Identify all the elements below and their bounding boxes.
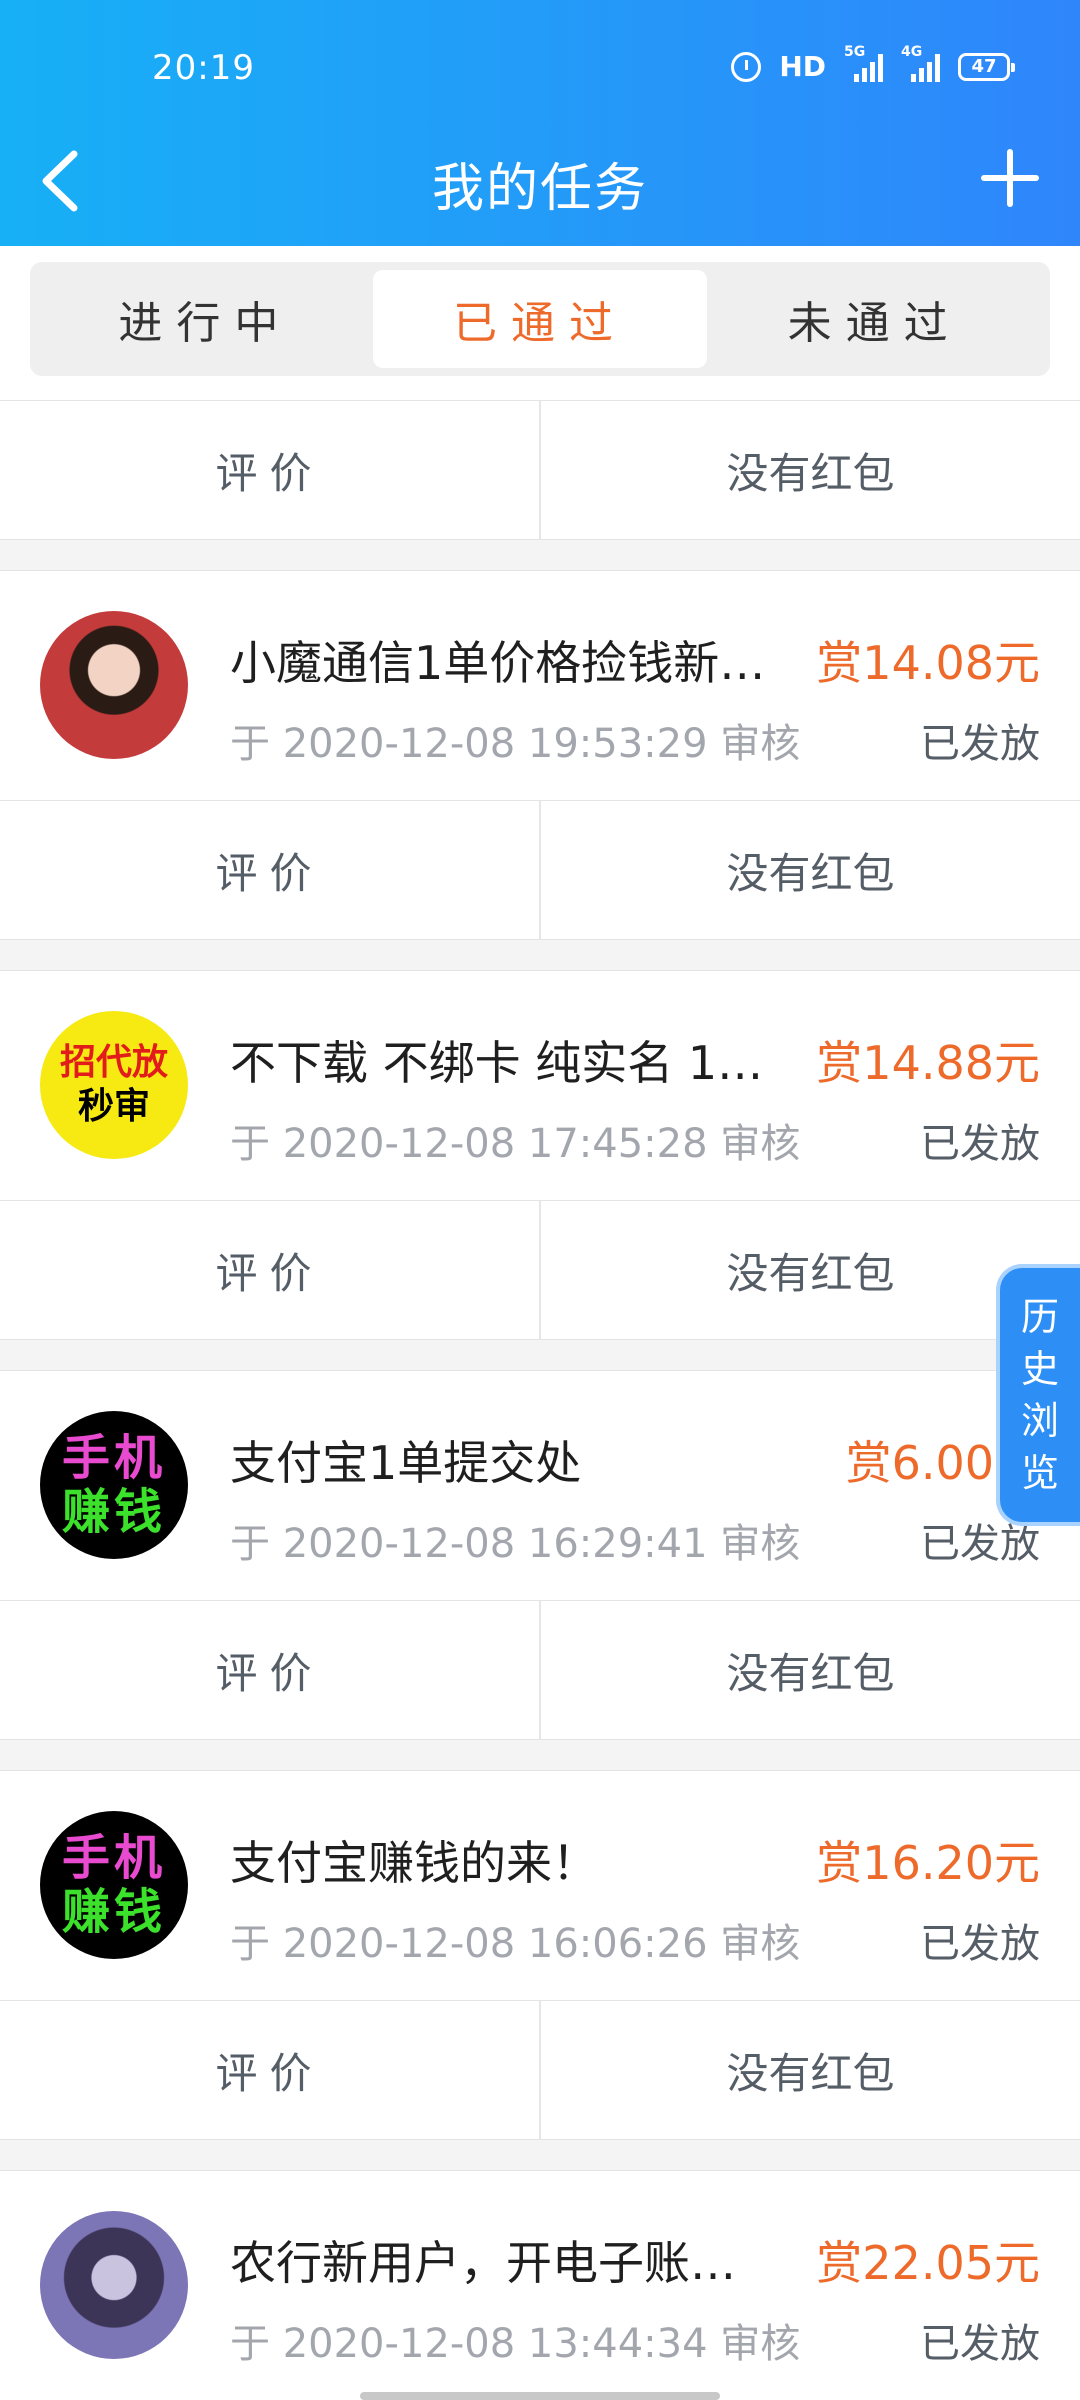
task-reward: 赏22.05元 [816,2236,1040,2290]
task-card[interactable]: 手机 赚钱 支付宝1单提交处 赏6.00元 于 2020-12-08 16:29… [0,1370,1080,1600]
plus-icon [981,149,1039,207]
task-card[interactable]: 农行新用户，开电子账… 赏22.05元 于 2020-12-08 13:44:3… [0,2170,1080,2400]
history-char: 史 [1020,1347,1059,1391]
task-title: 小魔通信1单价格捡钱新… [230,636,766,690]
home-indicator[interactable] [360,2392,720,2400]
task-avatar: 手机 赚钱 [40,1811,188,1959]
no-redpacket-button[interactable]: 没有红包 [541,2001,1080,2139]
no-redpacket-button[interactable]: 没有红包 [541,801,1080,939]
add-button[interactable] [980,148,1040,208]
status-icons: HD 5G 4G 47 [731,44,1015,83]
no-redpacket-button[interactable]: 没有红包 [541,401,1080,539]
rate-button[interactable]: 评价 [0,2001,541,2139]
history-char: 览 [1020,1451,1059,1495]
signal-5g-icon: 5G [844,44,883,82]
task-reward: 赏14.08元 [816,636,1040,690]
task-title: 支付宝1单提交处 [230,1436,582,1490]
tab-bar: 进行中 已通过 未通过 [0,246,1080,400]
task-status: 已发放 [920,1121,1040,1167]
alarm-icon [731,51,762,82]
task-review-time: 于 2020-12-08 17:45:28 审核 [230,1121,801,1167]
task-status: 已发放 [920,2321,1040,2367]
task-avatar: 手机 赚钱 [40,1411,188,1559]
segmented-control: 进行中 已通过 未通过 [30,262,1050,376]
task-review-time: 于 2020-12-08 19:53:29 审核 [230,721,801,767]
task-actions: 评价 没有红包 [0,2000,1080,2140]
tab-in-progress[interactable]: 进行中 [38,270,373,368]
task-card[interactable]: 招代放 秒审 不下载 不绑卡 纯实名 1… 赏14.88元 于 2020-12-… [0,970,1080,1200]
signal-4g-icon: 4G [901,44,940,82]
rate-button[interactable]: 评价 [0,401,541,539]
task-status: 已发放 [920,1921,1040,1967]
task-title: 农行新用户，开电子账… [230,2236,736,2290]
history-char: 历 [1020,1295,1059,1339]
rate-button[interactable]: 评价 [0,1601,541,1739]
task-title: 支付宝赚钱的来！ [230,1836,598,1890]
app-header: 20:19 HD 5G 4G 47 我的任务 [0,0,1080,246]
task-reward: 赏14.88元 [816,1036,1040,1090]
status-time: 20:19 [152,48,255,88]
task-avatar [40,2211,188,2359]
task-review-time: 于 2020-12-08 16:29:41 审核 [230,1521,801,1567]
task-review-time: 于 2020-12-08 16:06:26 审核 [230,1921,801,1967]
page-title: 我的任务 [431,159,648,219]
task-avatar [40,611,188,759]
history-browse-button[interactable]: 历 史 浏 览 [996,1264,1080,1526]
task-actions: 评价 没有红包 [0,800,1080,940]
no-redpacket-button[interactable]: 没有红包 [541,1601,1080,1739]
task-card[interactable]: 手机 赚钱 支付宝赚钱的来！ 赏16.20元 于 2020-12-08 16:0… [0,1770,1080,2000]
tab-passed[interactable]: 已通过 [372,270,708,368]
task-list: 评价 没有红包 小魔通信1单价格捡钱新… 赏14.08元 于 2020-12-0… [0,400,1080,2400]
task-review-time: 于 2020-12-08 13:44:34 审核 [230,2321,801,2367]
task-title: 不下载 不绑卡 纯实名 1… [230,1036,764,1090]
rate-button[interactable]: 评价 [0,1201,541,1339]
task-actions: 评价 没有红包 [0,1600,1080,1740]
task-reward: 赏16.20元 [816,1836,1040,1890]
history-char: 浏 [1020,1399,1059,1443]
task-avatar: 招代放 秒审 [40,1011,188,1159]
tab-rejected[interactable]: 未通过 [707,270,1042,368]
battery-icon: 47 [958,52,1015,81]
task-actions: 评价 没有红包 [0,400,1080,540]
task-status: 已发放 [920,721,1040,767]
hd-indicator: HD [779,50,826,83]
task-actions: 评价 没有红包 [0,1200,1080,1340]
rate-button[interactable]: 评价 [0,801,541,939]
task-card[interactable]: 小魔通信1单价格捡钱新… 赏14.08元 于 2020-12-08 19:53:… [0,570,1080,800]
